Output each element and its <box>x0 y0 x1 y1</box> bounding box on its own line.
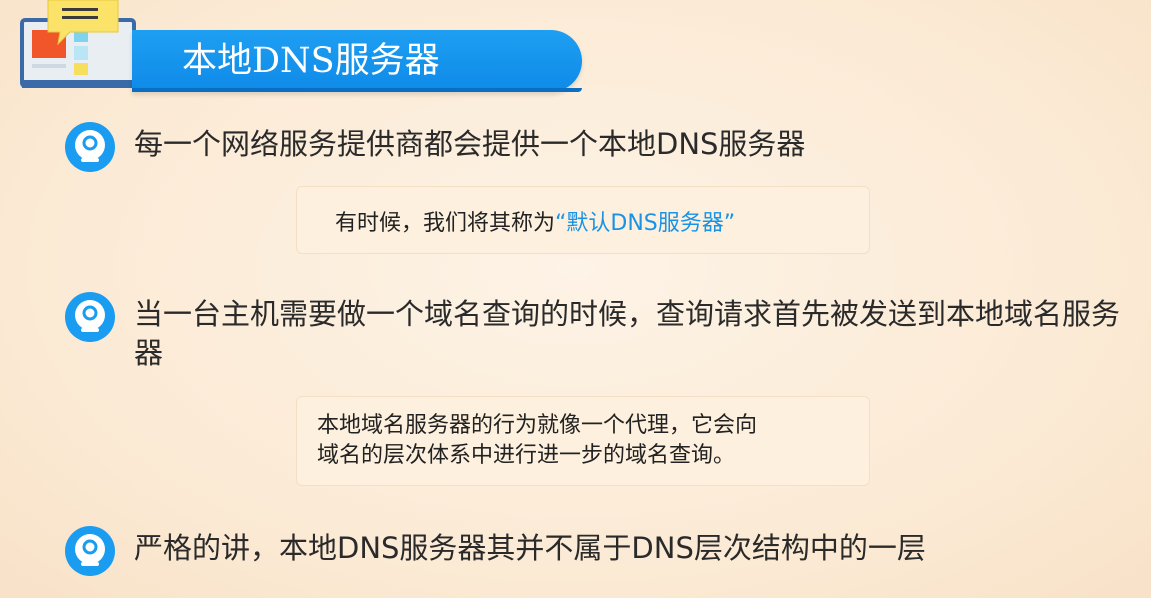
bullet-text-2: 当一台主机需要做一个域名查询的时候，查询请求首先被发送到本地域名服务器 <box>134 297 1121 370</box>
note2-line-1: 本地域名服务器的行为就像一个代理，它会向 <box>317 413 758 438</box>
bullet-text-3: 严格的讲，本地DNS服务器其并不属于DNS层次结构中的一层 <box>134 531 926 565</box>
note1-highlight: “默认DNS服务器” <box>555 211 736 236</box>
title-underline <box>132 88 582 92</box>
title-banner: 本地DNS服务器 <box>132 30 582 92</box>
note-box-1: 有时候，我们将其称为“默认DNS服务器” <box>296 186 870 254</box>
note2-line-2: 域名的层次体系中进行进一步的域名查询。 <box>317 443 736 468</box>
page-title: 本地DNS服务器 <box>182 41 440 81</box>
webcam-bullet-icon <box>65 526 115 576</box>
webcam-bullet-icon <box>65 292 115 342</box>
note1-text: 有时候，我们将其称为 <box>335 211 556 236</box>
bullet-text-1: 每一个网络服务提供商都会提供一个本地DNS服务器 <box>134 127 806 161</box>
monitor-chat-icon <box>20 0 136 88</box>
webcam-bullet-icon <box>65 122 115 172</box>
note-box-2: 本地域名服务器的行为就像一个代理，它会向 域名的层次体系中进行进一步的域名查询。 <box>296 396 870 486</box>
